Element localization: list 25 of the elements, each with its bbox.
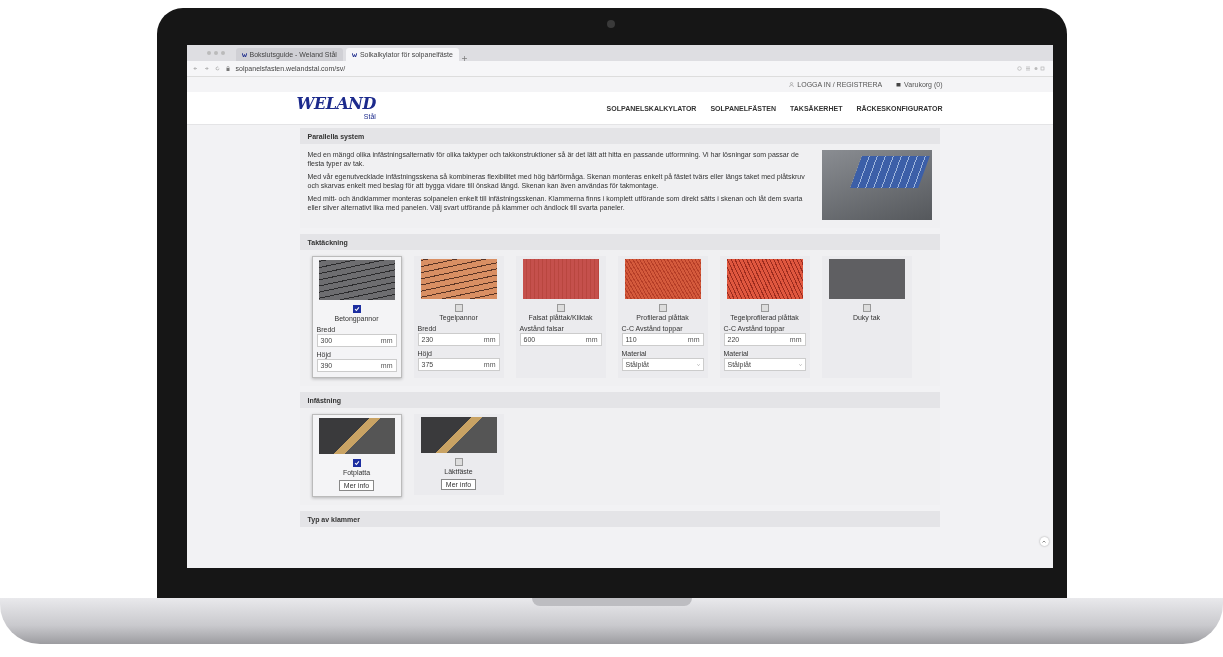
new-tab-icon[interactable] bbox=[461, 56, 467, 61]
reload-icon[interactable] bbox=[214, 66, 220, 71]
toolbar-icons-drawing[interactable] bbox=[1016, 66, 1047, 71]
chevron-down-icon bbox=[798, 363, 802, 366]
lock-icon bbox=[225, 66, 230, 71]
checkbox[interactable] bbox=[658, 304, 667, 312]
checkbox[interactable] bbox=[556, 304, 565, 312]
chevron-up-icon bbox=[1042, 540, 1046, 543]
checkbox[interactable] bbox=[454, 304, 463, 312]
weland-favicon-icon bbox=[351, 52, 357, 57]
window-controls-icon bbox=[206, 51, 225, 55]
weland-favicon-icon bbox=[241, 52, 247, 57]
camera-icon bbox=[606, 20, 615, 28]
logo-text: WELAND bbox=[296, 95, 376, 113]
cart-icon bbox=[896, 82, 902, 87]
checkbox[interactable] bbox=[454, 458, 463, 466]
checkbox[interactable] bbox=[760, 304, 769, 312]
scroll-top-button[interactable] bbox=[1039, 537, 1049, 546]
checkbox[interactable] bbox=[352, 459, 361, 467]
checkbox[interactable] bbox=[352, 305, 361, 313]
forward-icon[interactable] bbox=[203, 66, 209, 71]
chevron-down-icon bbox=[696, 363, 700, 366]
checkbox[interactable] bbox=[862, 304, 871, 312]
user-icon bbox=[789, 82, 795, 87]
back-icon[interactable] bbox=[192, 66, 198, 71]
